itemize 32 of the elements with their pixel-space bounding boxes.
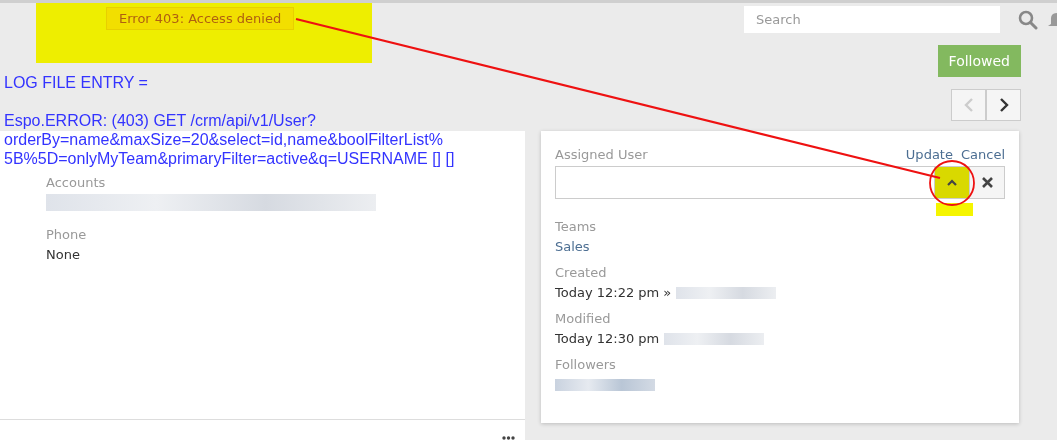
more-icon[interactable] <box>502 436 515 440</box>
chevron-right-icon <box>998 98 1009 112</box>
search-icon[interactable] <box>1018 9 1038 30</box>
close-icon <box>981 177 993 188</box>
log-text: LOG FILE ENTRY = <box>4 73 149 92</box>
field-value: Today 12:22 pm » <box>555 285 672 300</box>
search-input[interactable]: Search <box>754 11 1000 28</box>
field-label: Phone <box>46 227 88 242</box>
field-value[interactable]: Sales <box>555 239 590 254</box>
field-label: Modified <box>555 311 612 326</box>
error-notification: Error 403: Access denied <box>106 7 295 30</box>
bell-icon[interactable] <box>1048 10 1057 29</box>
action-link[interactable]: Update <box>905 147 953 162</box>
field-label: Teams <box>555 219 598 234</box>
field-label: Followers <box>555 357 617 372</box>
field-label: Created <box>555 265 608 280</box>
highlight-mark <box>936 203 973 216</box>
field-label: Accounts <box>46 175 107 190</box>
search-field[interactable]: Search <box>744 6 1000 33</box>
assigned-user-field[interactable] <box>555 166 935 199</box>
next-button[interactable] <box>986 89 1021 121</box>
action-link[interactable]: Cancel <box>960 147 1005 162</box>
log-text: 5B%5D=onlyMyTeam&primaryFilter=active&q=USERNAME [] [] <box>4 149 455 168</box>
annotation-circle <box>929 160 975 206</box>
field-label: Assigned User <box>555 147 648 162</box>
log-text: orderBy=name&maxSize=20&select=id,name&boolFilterList% <box>4 130 444 149</box>
chevron-left-icon <box>963 98 974 112</box>
caret-up-icon <box>947 179 957 186</box>
field-value: None <box>46 247 80 262</box>
log-text: Espo.ERROR: (403) GET /crm/api/v1/User? <box>4 111 317 130</box>
clear-button[interactable] <box>970 166 1005 199</box>
field-value: Today 12:30 pm <box>555 331 660 346</box>
